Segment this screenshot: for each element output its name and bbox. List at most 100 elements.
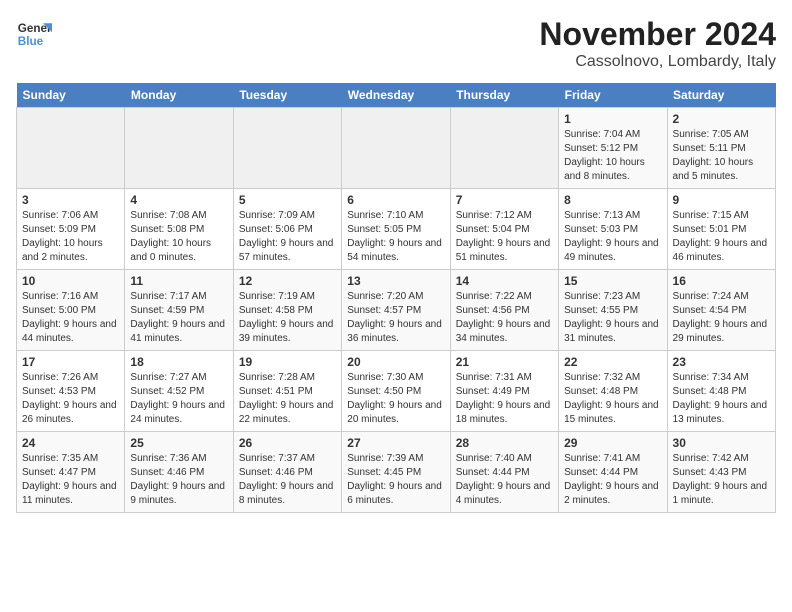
- day-number: 10: [22, 274, 119, 288]
- title-block: November 2024 Cassolnovo, Lombardy, Ital…: [539, 16, 776, 71]
- day-cell: 8 Sunrise: 7:13 AM Sunset: 5:03 PM Daylig…: [559, 189, 667, 270]
- week-row-2: 3 Sunrise: 7:06 AM Sunset: 5:09 PM Daylig…: [17, 189, 776, 270]
- day-number: 15: [564, 274, 661, 288]
- day-number: 6: [347, 193, 444, 207]
- day-info: Sunrise: 7:12 AM Sunset: 5:04 PM Dayligh…: [456, 209, 553, 265]
- day-info: Sunrise: 7:40 AM Sunset: 4:44 PM Dayligh…: [456, 452, 553, 508]
- day-info: Sunrise: 7:35 AM Sunset: 4:47 PM Dayligh…: [22, 452, 119, 508]
- day-number: 12: [239, 274, 336, 288]
- day-number: 22: [564, 355, 661, 369]
- page-title: November 2024: [539, 16, 776, 53]
- day-cell: 11 Sunrise: 7:17 AM Sunset: 4:59 PM Dayli…: [125, 270, 233, 351]
- header-wednesday: Wednesday: [342, 83, 450, 108]
- logo: General Blue: [16, 16, 52, 52]
- day-cell: 16 Sunrise: 7:24 AM Sunset: 4:54 PM Dayli…: [667, 270, 775, 351]
- day-cell: 20 Sunrise: 7:30 AM Sunset: 4:50 PM Dayli…: [342, 351, 450, 432]
- day-number: 23: [673, 355, 770, 369]
- day-info: Sunrise: 7:17 AM Sunset: 4:59 PM Dayligh…: [130, 290, 227, 346]
- day-number: 8: [564, 193, 661, 207]
- header-friday: Friday: [559, 83, 667, 108]
- day-info: Sunrise: 7:30 AM Sunset: 4:50 PM Dayligh…: [347, 371, 444, 427]
- day-cell: 1Sunrise: 7:04 AM Sunset: 5:12 PM Daylig…: [559, 108, 667, 189]
- day-cell: [17, 108, 125, 189]
- day-cell: [450, 108, 558, 189]
- day-info: Sunrise: 7:31 AM Sunset: 4:49 PM Dayligh…: [456, 371, 553, 427]
- day-info: Sunrise: 7:09 AM Sunset: 5:06 PM Dayligh…: [239, 209, 336, 265]
- day-cell: 29 Sunrise: 7:41 AM Sunset: 4:44 PM Dayli…: [559, 432, 667, 513]
- day-cell: [342, 108, 450, 189]
- day-cell: 25 Sunrise: 7:36 AM Sunset: 4:46 PM Dayli…: [125, 432, 233, 513]
- day-info: Sunrise: 7:08 AM Sunset: 5:08 PM Dayligh…: [130, 209, 227, 265]
- day-number: 4: [130, 193, 227, 207]
- day-info: Sunrise: 7:41 AM Sunset: 4:44 PM Dayligh…: [564, 452, 661, 508]
- day-cell: [233, 108, 341, 189]
- day-cell: 30 Sunrise: 7:42 AM Sunset: 4:43 PM Dayli…: [667, 432, 775, 513]
- day-number: 18: [130, 355, 227, 369]
- calendar-table: SundayMondayTuesdayWednesdayThursdayFrid…: [16, 83, 776, 513]
- day-number: 27: [347, 436, 444, 450]
- day-info: Sunrise: 7:13 AM Sunset: 5:03 PM Dayligh…: [564, 209, 661, 265]
- day-cell: 23Sunrise: 7:34 AM Sunset: 4:48 PM Dayli…: [667, 351, 775, 432]
- day-number: 29: [564, 436, 661, 450]
- day-cell: 21 Sunrise: 7:31 AM Sunset: 4:49 PM Dayli…: [450, 351, 558, 432]
- day-number: 30: [673, 436, 770, 450]
- day-number: 19: [239, 355, 336, 369]
- day-number: 13: [347, 274, 444, 288]
- day-number: 21: [456, 355, 553, 369]
- day-number: 16: [673, 274, 770, 288]
- day-number: 25: [130, 436, 227, 450]
- day-number: 9: [673, 193, 770, 207]
- day-info: Sunrise: 7:24 AM Sunset: 4:54 PM Dayligh…: [673, 290, 770, 346]
- page-subtitle: Cassolnovo, Lombardy, Italy: [539, 53, 776, 71]
- day-info: Sunrise: 7:23 AM Sunset: 4:55 PM Dayligh…: [564, 290, 661, 346]
- logo-icon: General Blue: [16, 16, 52, 52]
- week-row-4: 17Sunrise: 7:26 AM Sunset: 4:53 PM Dayli…: [17, 351, 776, 432]
- header-monday: Monday: [125, 83, 233, 108]
- day-number: 26: [239, 436, 336, 450]
- day-cell: 5 Sunrise: 7:09 AM Sunset: 5:06 PM Daylig…: [233, 189, 341, 270]
- day-number: 5: [239, 193, 336, 207]
- day-cell: 15 Sunrise: 7:23 AM Sunset: 4:55 PM Dayli…: [559, 270, 667, 351]
- day-info: Sunrise: 7:16 AM Sunset: 5:00 PM Dayligh…: [22, 290, 119, 346]
- day-info: Sunrise: 7:42 AM Sunset: 4:43 PM Dayligh…: [673, 452, 770, 508]
- day-number: 2: [673, 112, 770, 126]
- day-info: Sunrise: 7:39 AM Sunset: 4:45 PM Dayligh…: [347, 452, 444, 508]
- header-thursday: Thursday: [450, 83, 558, 108]
- week-row-5: 24 Sunrise: 7:35 AM Sunset: 4:47 PM Dayli…: [17, 432, 776, 513]
- day-number: 3: [22, 193, 119, 207]
- day-cell: 7 Sunrise: 7:12 AM Sunset: 5:04 PM Daylig…: [450, 189, 558, 270]
- day-cell: 28Sunrise: 7:40 AM Sunset: 4:44 PM Dayli…: [450, 432, 558, 513]
- day-number: 20: [347, 355, 444, 369]
- day-number: 17: [22, 355, 119, 369]
- day-cell: 24 Sunrise: 7:35 AM Sunset: 4:47 PM Dayli…: [17, 432, 125, 513]
- header-sunday: Sunday: [17, 83, 125, 108]
- day-cell: 12Sunrise: 7:19 AM Sunset: 4:58 PM Dayli…: [233, 270, 341, 351]
- day-number: 24: [22, 436, 119, 450]
- header-tuesday: Tuesday: [233, 83, 341, 108]
- day-cell: [125, 108, 233, 189]
- day-cell: 19 Sunrise: 7:28 AM Sunset: 4:51 PM Dayli…: [233, 351, 341, 432]
- header-saturday: Saturday: [667, 83, 775, 108]
- week-row-3: 10 Sunrise: 7:16 AM Sunset: 5:00 PM Dayli…: [17, 270, 776, 351]
- day-info: Sunrise: 7:27 AM Sunset: 4:52 PM Dayligh…: [130, 371, 227, 427]
- day-info: Sunrise: 7:28 AM Sunset: 4:51 PM Dayligh…: [239, 371, 336, 427]
- day-number: 11: [130, 274, 227, 288]
- day-cell: 26 Sunrise: 7:37 AM Sunset: 4:46 PM Dayli…: [233, 432, 341, 513]
- page-header: General Blue November 2024 Cassolnovo, L…: [16, 16, 776, 71]
- day-number: 7: [456, 193, 553, 207]
- day-cell: 6 Sunrise: 7:10 AM Sunset: 5:05 PM Daylig…: [342, 189, 450, 270]
- day-cell: 14 Sunrise: 7:22 AM Sunset: 4:56 PM Dayli…: [450, 270, 558, 351]
- day-info: Sunrise: 7:37 AM Sunset: 4:46 PM Dayligh…: [239, 452, 336, 508]
- day-number: 14: [456, 274, 553, 288]
- day-info: Sunrise: 7:22 AM Sunset: 4:56 PM Dayligh…: [456, 290, 553, 346]
- day-info: Sunrise: 7:32 AM Sunset: 4:48 PM Dayligh…: [564, 371, 661, 427]
- day-cell: 17Sunrise: 7:26 AM Sunset: 4:53 PM Dayli…: [17, 351, 125, 432]
- day-cell: 13 Sunrise: 7:20 AM Sunset: 4:57 PM Dayli…: [342, 270, 450, 351]
- day-cell: 18 Sunrise: 7:27 AM Sunset: 4:52 PM Dayli…: [125, 351, 233, 432]
- day-cell: 9Sunrise: 7:15 AM Sunset: 5:01 PM Daylig…: [667, 189, 775, 270]
- day-cell: 4 Sunrise: 7:08 AM Sunset: 5:08 PM Daylig…: [125, 189, 233, 270]
- day-info: Sunrise: 7:36 AM Sunset: 4:46 PM Dayligh…: [130, 452, 227, 508]
- day-info: Sunrise: 7:20 AM Sunset: 4:57 PM Dayligh…: [347, 290, 444, 346]
- day-info: Sunrise: 7:10 AM Sunset: 5:05 PM Dayligh…: [347, 209, 444, 265]
- day-info: Sunrise: 7:06 AM Sunset: 5:09 PM Dayligh…: [22, 209, 119, 265]
